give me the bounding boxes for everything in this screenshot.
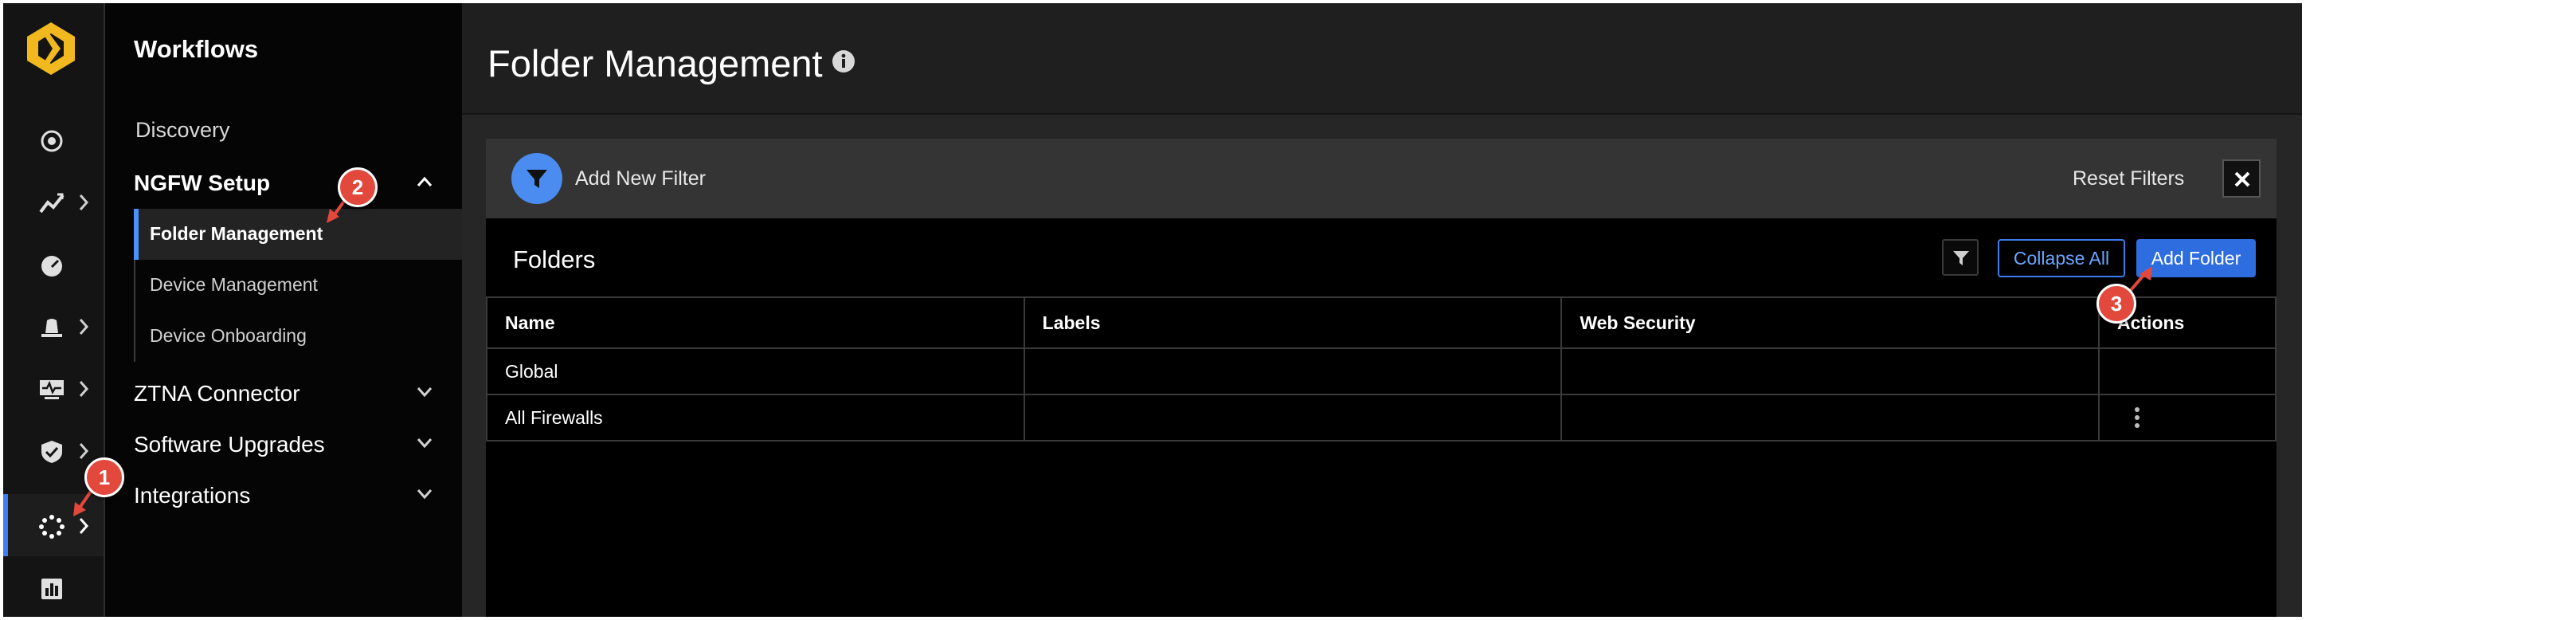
annotation-marker-3: 3: [2096, 284, 2136, 324]
annotation-marker-1: 1: [84, 457, 124, 497]
annotation-arrows: [73, 193, 2152, 516]
annotation-marker-2: 2: [338, 167, 378, 207]
